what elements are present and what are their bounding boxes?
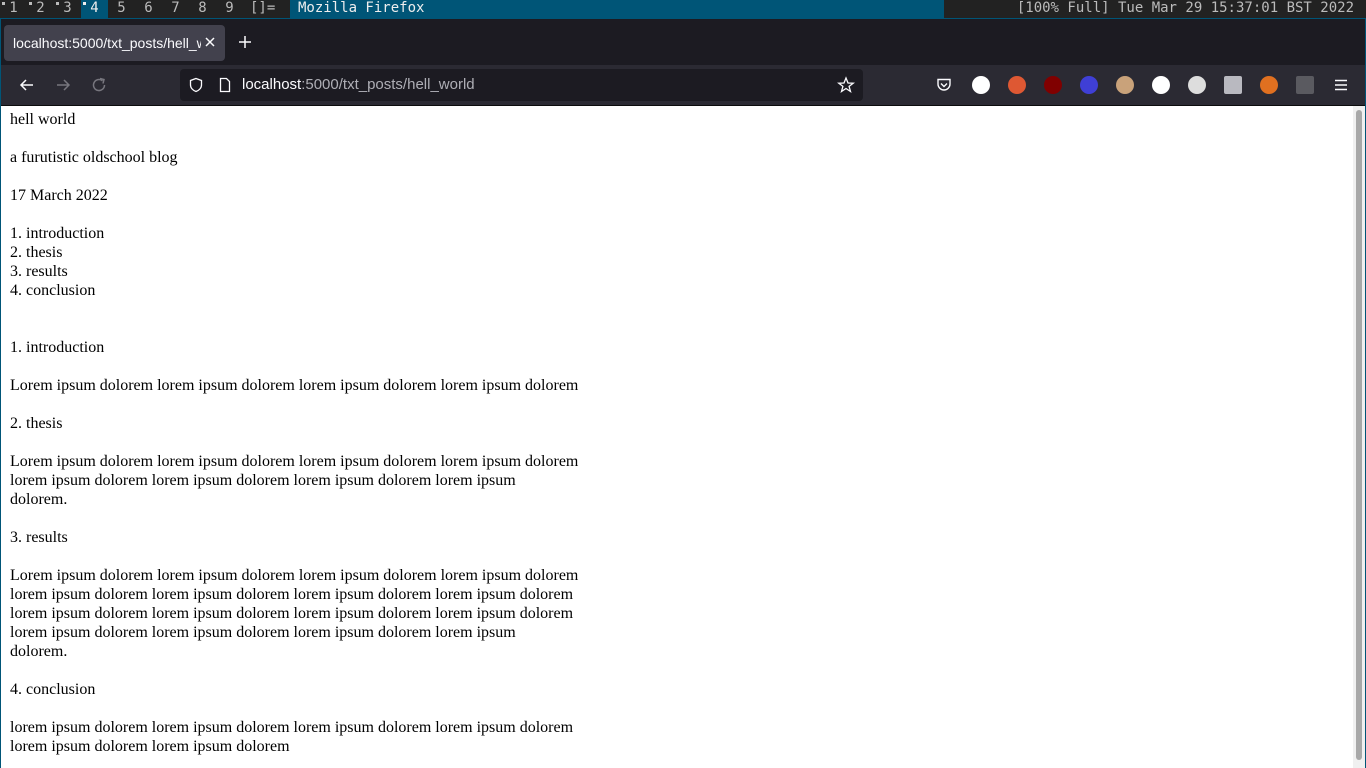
scrollbar-thumb[interactable] — [1356, 110, 1362, 760]
star-icon[interactable] — [837, 76, 855, 94]
text-line: lorem ipsum dolorem lorem ipsum dolorem … — [10, 719, 574, 736]
forward-arrow-icon[interactable] — [54, 76, 72, 94]
text-line: 4. conclusion — [10, 282, 96, 299]
text-line: 2. thesis — [10, 415, 63, 432]
occupied-indicator — [56, 2, 59, 5]
workspace-tag-label: 6 — [144, 0, 153, 16]
workspace-tag[interactable]: 4 — [81, 0, 108, 18]
page-content: hell world a furutistic oldschool blog 17 … — [1, 106, 1353, 768]
text-line: dolorem. — [10, 643, 68, 660]
workspace-tag-label: 8 — [198, 0, 207, 16]
layers-extension-icon[interactable] — [1080, 76, 1098, 94]
text-line: a furutistic oldschool blog — [10, 149, 178, 166]
text-line: 2. thesis — [10, 244, 63, 261]
page-icon[interactable] — [217, 77, 233, 93]
close-tab-icon[interactable] — [203, 35, 217, 49]
occupied-indicator — [83, 2, 86, 5]
system-status-text: [100% Full] Tue Mar 29 15:37:01 BST 2022 — [1016, 0, 1354, 16]
text-line: 4. conclusion — [10, 681, 96, 698]
text-line: lorem ipsum dolorem lorem ipsum dolorem … — [10, 586, 574, 603]
navigation-toolbar: localhost:5000/txt_posts/hell_world — [1, 65, 1365, 106]
focused-window-title: Mozilla Firefox — [290, 0, 944, 18]
workspace-tag[interactable]: 2 — [27, 0, 54, 18]
vertical-scrollbar[interactable] — [1353, 106, 1365, 768]
workspace-tag[interactable]: 3 — [54, 0, 81, 18]
workspace-tag[interactable]: 1 — [0, 0, 27, 18]
face-extension-icon[interactable] — [1116, 76, 1134, 94]
grid-extension-icon[interactable] — [1296, 76, 1314, 94]
square-s-icon[interactable] — [1224, 76, 1242, 94]
layout-indicator[interactable]: []= — [250, 0, 275, 17]
url-text[interactable]: localhost:5000/txt_posts/hell_world — [242, 69, 475, 101]
text-line: Lorem ipsum dolorem lorem ipsum dolorem … — [10, 567, 579, 584]
url-host: localhost — [242, 76, 302, 93]
text-line: lorem ipsum dolorem lorem ipsum dolorem … — [10, 472, 516, 489]
workspace-tag[interactable]: 9 — [216, 0, 243, 18]
workspace-tag[interactable]: 8 — [189, 0, 216, 18]
url-bar[interactable]: localhost:5000/txt_posts/hell_world — [180, 69, 863, 101]
workspace-tag-label: 2 — [36, 0, 45, 16]
url-path: :5000/txt_posts/hell_world — [301, 76, 475, 93]
workspace-tag[interactable]: 5 — [108, 0, 135, 18]
text-line: hell world — [10, 111, 76, 128]
workspace-tag[interactable]: 7 — [162, 0, 189, 18]
workspace-tag-label: 1 — [9, 0, 18, 16]
pocket-icon[interactable] — [935, 76, 953, 94]
text-line: 3. results — [10, 529, 68, 546]
workspace-tag-label: 3 — [63, 0, 72, 16]
new-tab-icon[interactable] — [237, 34, 253, 50]
workspace-tag-label: 7 — [171, 0, 180, 16]
text-line: 1. introduction — [10, 339, 105, 356]
workspace-tag[interactable]: 6 — [135, 0, 162, 18]
orange-no-icon[interactable] — [1260, 76, 1278, 94]
hamburger-menu-icon[interactable] — [1332, 76, 1350, 94]
workspace-tag-label: 5 — [117, 0, 126, 16]
scribbled-s-icon[interactable] — [1152, 76, 1170, 94]
workspace-tags: 1 2 3 4 5 6 7 8 9 — [0, 0, 243, 18]
workspace-tag-label: 4 — [90, 0, 99, 16]
reload-icon[interactable] — [90, 76, 108, 94]
text-line: dolorem. — [10, 491, 68, 508]
creature-extension-icon[interactable] — [1188, 76, 1206, 94]
text-line: 17 March 2022 — [10, 187, 108, 204]
shield-icon[interactable] — [188, 77, 204, 93]
occupied-indicator — [2, 2, 5, 5]
text-line: 3. results — [10, 263, 68, 280]
tab-active[interactable]: localhost:5000/txt_posts/hell_world — [4, 25, 225, 61]
firefox-window: localhost:5000/txt_posts/hell_world loca… — [0, 18, 1366, 768]
tab-title: localhost:5000/txt_posts/hell_world — [13, 35, 201, 51]
plain-text-document: hell world a furutistic oldschool blog 17 … — [10, 110, 578, 756]
text-line: lorem ipsum dolorem lorem ipsum dolorem … — [10, 605, 574, 622]
text-line: 1. introduction — [10, 225, 105, 242]
text-line: lorem ipsum dolorem lorem ipsum dolorem — [10, 738, 290, 755]
text-line: Lorem ipsum dolorem lorem ipsum dolorem … — [10, 377, 579, 394]
text-line: Lorem ipsum dolorem lorem ipsum dolorem … — [10, 453, 579, 470]
back-arrow-icon[interactable] — [18, 76, 36, 94]
s-extension-icon[interactable] — [972, 76, 990, 94]
occupied-indicator — [29, 2, 32, 5]
ublock-origin-icon[interactable] — [1044, 76, 1062, 94]
workspace-tag-label: 9 — [225, 0, 234, 16]
text-line: lorem ipsum dolorem lorem ipsum dolorem … — [10, 624, 516, 641]
duckduckgo-icon[interactable] — [1008, 76, 1026, 94]
window-manager-bar: 1 2 3 4 5 6 7 8 9 []= Mozilla Firefox [100% Full… — [0, 0, 1366, 18]
